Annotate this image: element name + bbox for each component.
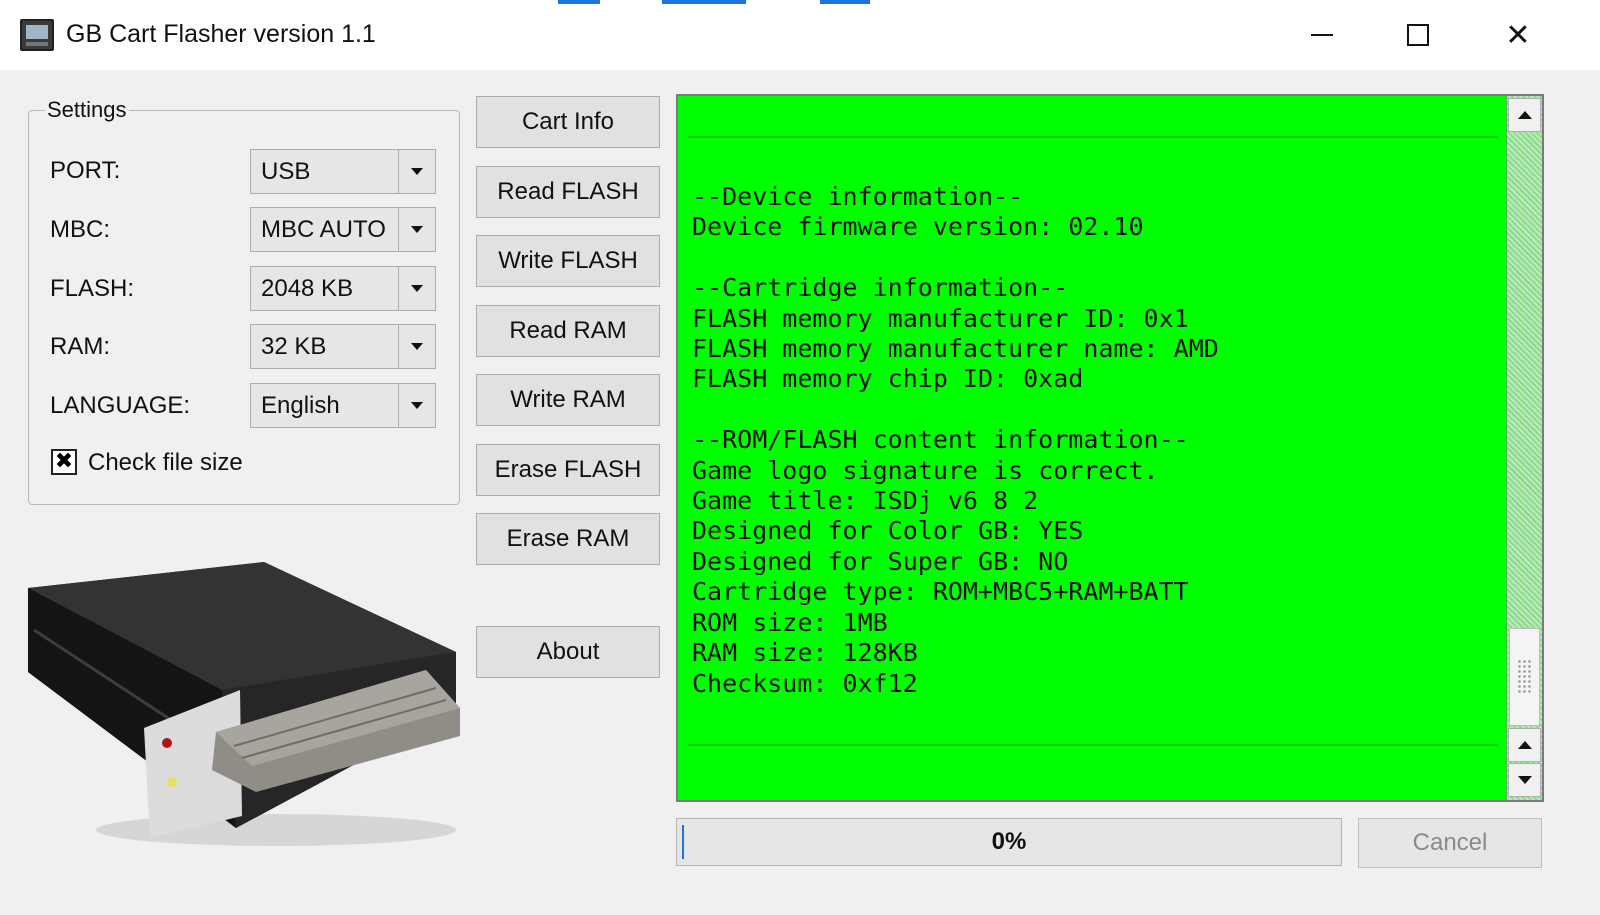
console-line: Game title: ISDj v6 8 2 [692, 486, 1039, 516]
taskbar-accent [820, 0, 870, 4]
console-line: Game logo signature is correct. [692, 455, 1159, 485]
console-line: --Device information-- [692, 182, 1024, 211]
progress-percent: 0% [991, 828, 1027, 855]
gameboy-cart-flasher-icon [20, 19, 54, 51]
cart-info-button[interactable]: Cart Info [476, 96, 660, 148]
close-button[interactable]: ✕ [1470, 0, 1566, 70]
ram-value: 32 KB [261, 333, 327, 360]
flash-size-select[interactable]: 2048 KB [250, 266, 436, 311]
title-bar: GB Cart Flasher version 1.1 ✕ [0, 0, 1600, 70]
erase-flash-button[interactable]: Erase FLASH [476, 444, 660, 496]
console-line: --ROM/FLASH content information-- [692, 425, 1189, 455]
check-file-size-label[interactable]: Check file size [88, 449, 243, 477]
check-file-size-checkbox[interactable]: ✖ [51, 449, 77, 475]
about-button[interactable]: About [476, 626, 660, 678]
chevron-down-icon[interactable] [398, 384, 435, 427]
chevron-down-icon[interactable] [398, 150, 435, 193]
port-label: PORT: [50, 157, 121, 184]
console-line: Cartridge type: ROM+MBC5+RAM+BATT [692, 577, 1189, 607]
scrollbar-thumb[interactable] [1509, 628, 1540, 726]
console-line: Checksum: 0xf12 [692, 668, 918, 698]
maximize-button[interactable] [1370, 0, 1466, 70]
write-ram-button[interactable]: Write RAM [476, 374, 660, 426]
flash-value: 2048 KB [261, 275, 354, 302]
chevron-down-icon[interactable] [398, 208, 435, 251]
read-flash-button[interactable]: Read FLASH [476, 166, 660, 218]
flash-label: FLASH: [50, 275, 135, 302]
grip-icon [1517, 659, 1533, 695]
console-line: --Cartridge information-- [692, 273, 1069, 303]
cart-flasher-device-image [28, 562, 460, 846]
port-value: USB [261, 158, 311, 185]
taskbar-accent [662, 0, 746, 4]
progress-bar: 0% [676, 818, 1342, 866]
scroll-down-button[interactable] [1508, 763, 1541, 797]
console-divider-bottom [688, 744, 1498, 746]
window-title: GB Cart Flasher version 1.1 [66, 20, 376, 48]
console-line: Designed for Super GB: NO [692, 546, 1069, 576]
scroll-up-button[interactable] [1508, 98, 1541, 132]
console-line: ROM size: 1MB [692, 607, 888, 637]
console-scrollbar[interactable] [1506, 96, 1542, 800]
language-label: LANGUAGE: [50, 392, 191, 419]
port-select[interactable]: USB [250, 149, 436, 194]
ram-size-select[interactable]: 32 KB [250, 324, 436, 369]
minimize-icon [1311, 34, 1333, 36]
chevron-down-icon[interactable] [398, 325, 435, 368]
read-ram-button[interactable]: Read RAM [476, 305, 660, 357]
console-log-text: --Device information-- Device firmware v… [692, 182, 1219, 699]
language-select[interactable]: English [250, 383, 436, 428]
minimize-button[interactable] [1274, 0, 1370, 70]
ram-label: RAM: [50, 333, 110, 360]
chevron-down-icon[interactable] [398, 267, 435, 310]
mbc-label: MBC: [50, 216, 110, 243]
console-line: RAM size: 128KB [692, 638, 918, 668]
line-up-button[interactable] [1508, 728, 1541, 762]
mbc-select[interactable]: MBC AUTO [250, 207, 436, 252]
console-output: --Device information-- Device firmware v… [676, 94, 1544, 802]
maximize-icon [1407, 24, 1429, 46]
close-icon: ✕ [1505, 17, 1531, 53]
cancel-button[interactable]: Cancel [1358, 818, 1542, 868]
write-flash-button[interactable]: Write FLASH [476, 235, 660, 287]
console-line: FLASH memory manufacturer ID: 0x1 [692, 303, 1189, 333]
console-line: FLASH memory manufacturer name: AMD [692, 334, 1219, 364]
console-line: FLASH memory chip ID: 0xad [692, 364, 1084, 394]
taskbar-accent [558, 0, 600, 4]
erase-ram-button[interactable]: Erase RAM [476, 513, 660, 565]
settings-legend: Settings [47, 97, 127, 122]
console-line: Designed for Color GB: YES [692, 516, 1084, 546]
language-value: English [261, 392, 340, 419]
console-divider-top [688, 136, 1498, 138]
mbc-value: MBC AUTO [261, 216, 386, 243]
console-line: Device firmware version: 02.10 [692, 212, 1144, 242]
